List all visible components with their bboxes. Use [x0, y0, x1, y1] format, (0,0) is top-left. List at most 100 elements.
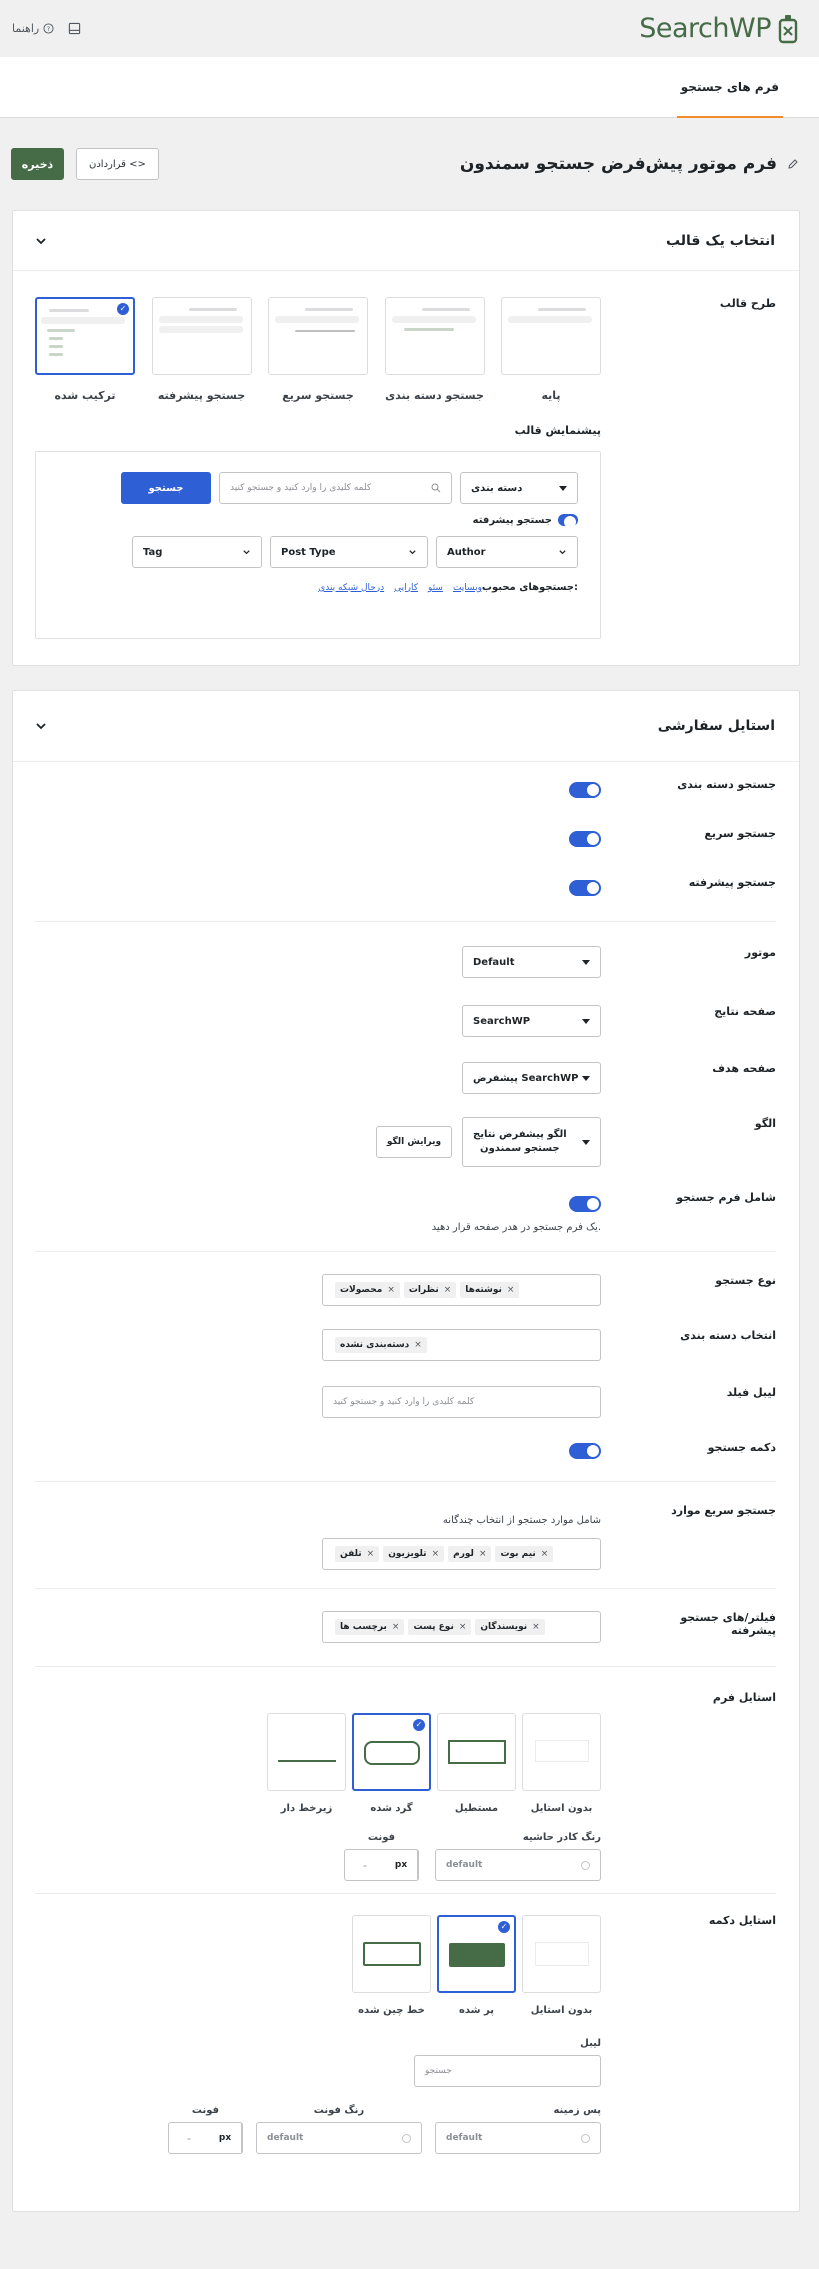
button-style-thumb: [522, 1915, 601, 1993]
help-link[interactable]: راهنما ?: [12, 22, 54, 35]
page-title: فرم موتور پیش‌فرض جستجو سمندون: [459, 154, 777, 174]
chip: لورم ×: [448, 1546, 492, 1562]
search-button-toggle[interactable]: [569, 1443, 601, 1459]
chip-label: نوشته‌ها: [465, 1285, 502, 1295]
font2-size-input[interactable]: - px: [168, 2122, 243, 2154]
preview-category-select[interactable]: دسته بندی: [460, 472, 578, 504]
field-label-input[interactable]: کلمه کلیدی را وارد کنید و جستجو کنید: [322, 1386, 601, 1418]
template-combined[interactable]: ✓ ترکیب شده: [35, 297, 135, 402]
template-category[interactable]: جستجو دسته بندی: [384, 297, 485, 402]
adv-filters-chips[interactable]: برچسب ها × نوع پست × نویسندگان ×: [322, 1611, 601, 1643]
preview-filter-author[interactable]: Author: [436, 536, 578, 568]
template-card-header: انتخاب یک قالب: [13, 211, 799, 271]
close-icon[interactable]: ×: [532, 1622, 540, 1632]
close-icon[interactable]: ×: [432, 1549, 440, 1559]
category-chips[interactable]: دسته‌بندی نشده ×: [322, 1329, 601, 1361]
template-thumb-selected: ✓: [35, 297, 135, 375]
popular-link[interactable]: وبسایت: [453, 583, 482, 593]
close-icon[interactable]: ×: [414, 1340, 422, 1350]
template-basic[interactable]: پایه: [501, 297, 601, 402]
chip: تلویزیون ×: [383, 1546, 445, 1562]
caret-down-icon: [582, 1075, 590, 1081]
popular-link[interactable]: کارایی: [394, 583, 418, 593]
form-style-label: گرد شده: [370, 1803, 413, 1814]
popular-link[interactable]: سئو: [428, 583, 443, 593]
border-color-label: رنگ کادر حاشیه: [522, 1832, 601, 1843]
search-type-chips[interactable]: محصولات × نظرات × نوشته‌ها ×: [322, 1274, 601, 1306]
form-style-underline[interactable]: زیرخط دار: [267, 1713, 346, 1814]
category-search-label: جستجو دسته بندی: [677, 778, 776, 791]
preview-advanced-row: جستجو پیشرفته: [58, 514, 578, 528]
button-style-row: بدون استایل ✓ پر شده خط چین شده لیبل جست…: [13, 1914, 799, 2154]
close-icon[interactable]: ×: [444, 1285, 452, 1295]
popular-link[interactable]: درحال شبکه بندی: [318, 583, 384, 593]
font2-label: فونت: [191, 2105, 220, 2116]
target-value: پیشفرض SearchWP: [473, 1072, 579, 1084]
template-quick[interactable]: جستجو سریع: [268, 297, 368, 402]
preview-filter-tag[interactable]: Tag: [132, 536, 262, 568]
category-search-toggle[interactable]: [569, 782, 601, 798]
advanced-search-label: جستجو پیشرفته: [688, 876, 776, 889]
save-button[interactable]: ذخیره: [11, 148, 64, 180]
template-preview: دسته بندی کلمه کلیدی را وارد کنید و جستج…: [35, 451, 601, 639]
preview-label: پیشنمایش قالب: [514, 424, 601, 437]
close-icon[interactable]: ×: [541, 1549, 549, 1559]
chevron-down-icon: [243, 549, 250, 554]
button-style-outlined[interactable]: خط چین شده: [352, 1915, 431, 2016]
button-style-filled[interactable]: ✓ پر شده: [437, 1915, 516, 2016]
chip-label: تلفن: [340, 1549, 362, 1559]
template-advanced[interactable]: جستجو پیشرفته: [151, 297, 252, 402]
target-select[interactable]: پیشفرض SearchWP: [462, 1062, 601, 1094]
border-color-input[interactable]: default: [435, 1849, 601, 1881]
layout-label: طرح قالب: [719, 297, 776, 310]
quick-items-chips[interactable]: تلفن × تلویزیون × لورم × نیم بوت ×: [322, 1538, 601, 1570]
chevron-down-icon[interactable]: [35, 235, 47, 247]
embed-button[interactable]: قراردادن <>: [76, 148, 159, 180]
close-icon[interactable]: ×: [507, 1285, 515, 1295]
close-icon[interactable]: ×: [479, 1549, 487, 1559]
chip: نوع پست ×: [408, 1619, 472, 1635]
chevron-down-icon: [559, 549, 566, 554]
preview-filter-post-type[interactable]: Post Type: [270, 536, 428, 568]
form-style-none[interactable]: بدون استایل: [522, 1713, 601, 1814]
divider: [35, 1666, 776, 1667]
bg-color-input[interactable]: default: [435, 2122, 601, 2154]
form-style-thumb-selected: ✓: [352, 1713, 431, 1791]
embed-label: قراردادن: [89, 158, 126, 170]
pencil-icon[interactable]: [787, 158, 799, 170]
preview-search-input[interactable]: کلمه کلیدی را وارد کنید و جستجو کنید: [219, 472, 452, 504]
close-icon[interactable]: ×: [392, 1622, 400, 1632]
chevron-down-icon[interactable]: [35, 720, 47, 732]
page-title-wrap: فرم موتور پیش‌فرض جستجو سمندون: [460, 154, 799, 174]
include-form-toggle[interactable]: [569, 1196, 601, 1212]
template-list: پایه جستجو دسته بندی جستجو سریع جستجو پی…: [35, 297, 601, 402]
font-size-input[interactable]: - px: [344, 1849, 419, 1881]
font-color-label: رنگ فونت: [313, 2105, 365, 2116]
close-icon[interactable]: ×: [367, 1549, 375, 1559]
pattern-select[interactable]: الگو پیشفرض نتایج جستجو سمندون: [462, 1117, 601, 1167]
advanced-search-toggle[interactable]: [569, 880, 601, 896]
inbox-icon[interactable]: [68, 22, 81, 35]
border-color-value: default: [446, 1860, 483, 1870]
engine-select[interactable]: Default: [462, 946, 601, 978]
close-icon[interactable]: ×: [459, 1622, 467, 1632]
preview-advanced-label: جستجو پیشرفته: [472, 514, 552, 526]
target-label: صفحه هدف: [712, 1062, 776, 1075]
button-style-none[interactable]: بدون استایل: [522, 1915, 601, 2016]
quick-search-toggle[interactable]: [569, 831, 601, 847]
pattern-label: الگو: [754, 1117, 776, 1130]
button-style-label-main: استایل دکمه: [708, 1914, 776, 1927]
edit-pattern-button[interactable]: ویرایش الگو: [376, 1126, 452, 1158]
search-icon: [431, 483, 441, 493]
close-icon[interactable]: ×: [387, 1285, 395, 1295]
preview-search-button[interactable]: جستجو: [121, 472, 211, 504]
tab-search-forms[interactable]: فرم های جستجو: [676, 57, 783, 118]
results-row: SearchWP صفحه نتایج: [13, 1005, 799, 1038]
preview-advanced-toggle[interactable]: [558, 514, 578, 528]
form-style-rounded[interactable]: ✓ گرد شده: [352, 1713, 431, 1814]
label-input[interactable]: جستجو: [414, 2055, 601, 2087]
button-style-thumb-selected: ✓: [437, 1915, 516, 1993]
font-color-input[interactable]: default: [256, 2122, 422, 2154]
results-select[interactable]: SearchWP: [462, 1005, 601, 1037]
form-style-rectangle[interactable]: مستطیل: [437, 1713, 516, 1814]
